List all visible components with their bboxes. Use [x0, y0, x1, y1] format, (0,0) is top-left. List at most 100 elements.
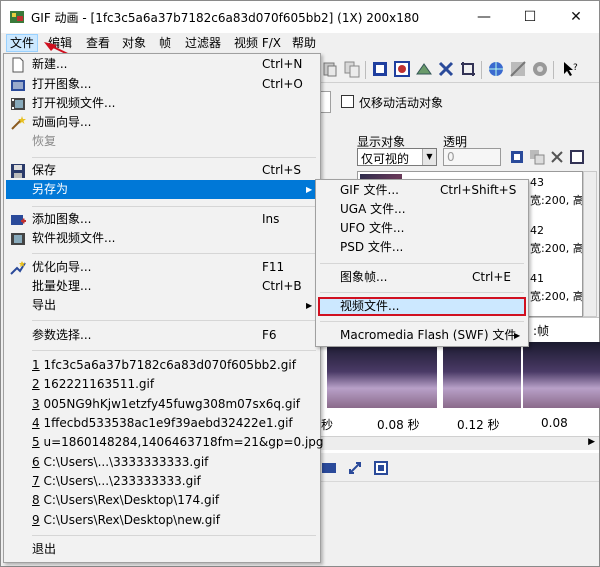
submenu-item-label: GIF 文件... [340, 183, 399, 197]
submenu-item-ufo[interactable]: UFO 文件... [318, 219, 526, 238]
frame-thumbnail[interactable] [359, 342, 437, 408]
layers-icon[interactable] [371, 60, 389, 78]
frames-scrollbar[interactable]: ▶ [319, 436, 599, 450]
frame-delay: 0.12 秒 [457, 418, 500, 432]
menu-item-add-image[interactable]: 添加图象... Ins [6, 210, 318, 229]
toolbar-separator [481, 61, 482, 79]
frame-image-icon[interactable] [393, 60, 411, 78]
recent-file-item[interactable]: 3 005NG9hKjw1etzfy45fuwg308m07sx6q.gif [6, 395, 318, 414]
move-active-only-checkbox[interactable] [341, 95, 354, 108]
menu-item-label: 保存 [32, 163, 57, 177]
duplicate-object-icon[interactable] [529, 149, 545, 165]
maximize-icon: ☐ [523, 9, 537, 25]
close-button[interactable]: ✕ [553, 1, 599, 33]
recent-file-item[interactable]: 9 C:\Users\Rex\Desktop\new.gif [6, 511, 318, 530]
menu-item-open-image[interactable]: 打开图象... Ctrl+O [6, 75, 318, 94]
app-window: GIF 动画 - [1fc3c5a6a37b7182c6a83d070f605b… [0, 0, 600, 567]
web-export-icon[interactable] [487, 60, 505, 78]
submenu-item-label: PSD 文件... [340, 240, 404, 254]
submenu-arrow-icon: ▶ [306, 185, 313, 194]
maximize-button[interactable]: ☐ [507, 1, 553, 33]
submenu-item-video-file[interactable]: 视频文件... [318, 297, 526, 316]
object-properties-icon[interactable] [509, 149, 525, 165]
frame-properties-icon[interactable] [373, 460, 389, 476]
frame-delay: 0.08 秒 [377, 418, 420, 432]
menu-separator [32, 350, 316, 351]
title-bar[interactable]: GIF 动画 - [1fc3c5a6a37b7182c6a83d070f605b… [1, 1, 599, 33]
frame-delay: 0.08 [541, 416, 568, 430]
menu-item-shortcut: F6 [262, 328, 277, 342]
display-objects-select[interactable]: 仅可视的 ▼ [357, 148, 437, 166]
open-image-icon [11, 80, 25, 91]
submenu-item-uga[interactable]: UGA 文件... [318, 200, 526, 219]
recent-file-item[interactable]: 8 C:\Users\Rex\Desktop\174.gif [6, 491, 318, 510]
object-info: 宽:200, 高 [530, 242, 583, 255]
menu-item-label: 批量处理... [32, 279, 92, 293]
recent-file-number: 5 [32, 435, 40, 449]
cross-tool-icon[interactable] [437, 60, 455, 78]
transparency-stepper[interactable]: 0 [443, 148, 501, 166]
menu-item-shortcut: Ctrl+O [262, 77, 303, 91]
menu-item-preferences[interactable]: 参数选择... F6 [6, 326, 318, 345]
recent-file-number: 9 [32, 513, 40, 527]
menu-item-batch-process[interactable]: 批量处理... Ctrl+B [6, 277, 318, 296]
recent-file-name: C:\Users\...\233333333.gif [43, 474, 201, 488]
recent-file-item[interactable]: 2 162221163511.gif [6, 375, 318, 394]
recent-file-number: 8 [32, 493, 40, 507]
submenu-item-label: 视频文件... [340, 299, 400, 313]
save-as-submenu: GIF 文件... Ctrl+Shift+S UGA 文件... UFO 文件.… [315, 179, 529, 347]
menu-item-exit[interactable]: 退出 [6, 540, 318, 559]
menu-file[interactable]: 文件 [6, 34, 39, 52]
submenu-item-image-frame[interactable]: 图象帧... Ctrl+E [318, 268, 526, 287]
menu-video-fx[interactable]: 视频 F/X [231, 34, 284, 52]
menu-item-save[interactable]: 保存 Ctrl+S [6, 161, 318, 180]
menu-item-animation-wizard[interactable]: 动画向导... [6, 113, 318, 132]
menu-item-label: 打开图象... [32, 77, 92, 91]
object-frame-icon[interactable] [569, 149, 585, 165]
menu-item-optimize-wizard[interactable]: 优化向导... F11 [6, 258, 318, 277]
recent-file-name: C:\Users\Rex\Desktop\new.gif [43, 513, 220, 527]
toolbar-separator [365, 61, 366, 79]
recent-file-item[interactable]: 6 C:\Users\...\3333333333.gif [6, 453, 318, 472]
menu-item-open-video[interactable]: 打开视频文件... [6, 94, 318, 113]
menu-item-export[interactable]: 导出 ▶ [6, 296, 318, 315]
submenu-item-label: 图象帧... [340, 270, 388, 284]
recent-file-item[interactable]: 1 1fc3c5a6a37b7182c6a83d070f605bb2.gif [6, 356, 318, 375]
menu-help[interactable]: 帮助 [289, 34, 319, 52]
crop-icon[interactable] [459, 60, 477, 78]
object-list-scrollbar[interactable] [583, 171, 597, 317]
paste-icon[interactable] [321, 60, 339, 78]
menu-filter[interactable]: 过滤器 [182, 34, 224, 52]
recent-file-item[interactable]: 4 1ffecbd533538ac1e9f39aebd32422e1.gif [6, 414, 318, 433]
frame-thumbnail[interactable] [523, 342, 600, 408]
frame-thumbnail[interactable] [443, 342, 521, 408]
resize-icon[interactable] [347, 460, 363, 476]
submenu-item-flash-swf[interactable]: Macromedia Flash (SWF) 文件 ▶ [318, 326, 526, 345]
optimize-icon[interactable] [531, 60, 549, 78]
menu-item-new[interactable]: 新建... Ctrl+N [6, 55, 318, 74]
menu-separator [32, 157, 316, 158]
frame-tool-icon[interactable] [321, 460, 337, 476]
menu-object[interactable]: 对象 [119, 34, 149, 52]
minimize-button[interactable]: — [461, 1, 507, 33]
display-objects-value: 仅可视的 [361, 152, 410, 166]
submenu-item-gif[interactable]: GIF 文件... Ctrl+Shift+S [318, 181, 526, 200]
object-info: 宽:200, 高 [530, 194, 583, 207]
menu-item-soft-video[interactable]: 软件视频文件... [6, 229, 318, 248]
delete-object-icon[interactable] [549, 149, 565, 165]
scroll-right-icon[interactable]: ▶ [588, 437, 595, 447]
pattern-icon[interactable] [509, 60, 527, 78]
recent-file-item[interactable]: 5 u=1860148284,1406463718fm=21&gp=0.jpg [6, 433, 324, 452]
submenu-item-psd[interactable]: PSD 文件... [318, 238, 526, 257]
submenu-arrow-icon: ▶ [514, 331, 521, 340]
menu-item-label: 恢复 [32, 134, 57, 148]
copy-icon[interactable] [343, 60, 361, 78]
recent-file-name: 162221163511.gif [43, 377, 155, 391]
menu-separator [320, 321, 524, 322]
menu-frame[interactable]: 帧 [156, 34, 174, 52]
menu-item-save-as[interactable]: 另存为 ▶ [6, 180, 318, 199]
recent-file-item[interactable]: 7 C:\Users\...\233333333.gif [6, 472, 318, 491]
help-pointer-icon[interactable]: ? [561, 60, 579, 78]
transition-icon[interactable] [415, 60, 433, 78]
optimize-wizard-icon [10, 261, 26, 275]
